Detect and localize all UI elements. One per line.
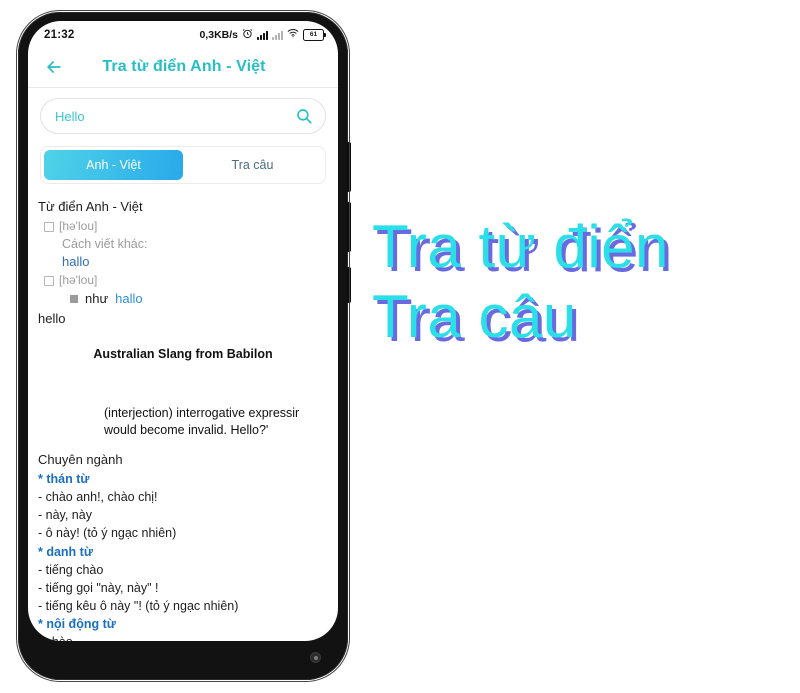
search-icon[interactable] — [295, 107, 313, 125]
tab-bar: Anh - Việt Tra câu — [40, 146, 326, 184]
part-of-speech-heading: * thán từ — [38, 472, 90, 486]
like-word-link[interactable]: hallo — [115, 290, 142, 309]
dictionary-content: Từ điển Anh - Việt [hə'lou] Cách viết kh… — [28, 192, 338, 641]
pronunciation-row-2[interactable]: [hə'lou] — [44, 272, 328, 289]
pos-section-0: * thán từ - chào anh!, chào chị! - này, … — [38, 470, 328, 543]
pronunciation-row-1[interactable]: [hə'lou] — [44, 218, 328, 235]
pronunciation-text: [hə'lou] — [59, 273, 98, 288]
search-input[interactable] — [55, 108, 295, 124]
speaker-icon[interactable] — [44, 275, 54, 286]
part-of-speech-heading: * nội động từ — [38, 617, 116, 631]
alt-spelling-label: Cách viết khác: — [62, 237, 148, 252]
definition-line: - tiếng chào — [38, 562, 104, 577]
square-bullet-icon — [70, 295, 78, 304]
definition-line: - chào — [38, 633, 328, 641]
pronunciation-text: [hə'lou] — [59, 218, 98, 233]
search-container — [28, 88, 338, 140]
pos-section-1: * danh từ - tiếng chào - tiếng gọi "này,… — [38, 543, 328, 616]
definition-line: - chào anh!, chào chị! — [38, 490, 158, 505]
hero-line-2: Tra câu — [372, 282, 577, 350]
hero-text-block: Tra từ điển Tra câu — [372, 212, 792, 351]
part-of-speech-heading: * danh từ — [38, 544, 93, 559]
battery-level-label: 61 — [309, 30, 318, 38]
battery-icon: 61 — [303, 29, 326, 41]
definition-line: - tiếng gọi "này, này" ! — [38, 580, 159, 595]
definition-line: - tiếng kêu ô này "! (tỏ ý ngạc nhiên) — [38, 598, 239, 613]
slang-section-body: (interjection) interrogative expressir w… — [104, 405, 328, 439]
tab-tra-cau[interactable]: Tra câu — [183, 150, 322, 180]
page-title: Tra từ điển Anh - Việt — [102, 58, 266, 75]
headword: hello — [38, 311, 66, 327]
definition-line: - ô này! (tỏ ý ngạc nhiên) — [38, 526, 177, 541]
tabs-container: Anh - Việt Tra câu — [28, 140, 338, 192]
alt-spelling-link[interactable]: hallo — [62, 253, 328, 272]
definition-line: - này, này — [38, 508, 92, 523]
phone-device-frame: 21:32 0,3KB/s 61 Tra từ điển Anh - Việt … — [16, 10, 351, 682]
speaker-icon[interactable] — [44, 221, 54, 232]
search-box[interactable] — [40, 98, 326, 134]
network-speed-label: 0,3KB/s — [199, 29, 238, 41]
alarm-clock-icon — [242, 28, 253, 43]
status-bar-indicators: 0,3KB/s 61 — [199, 28, 326, 43]
camera-sensor-dot — [311, 653, 320, 662]
pos-section-2: * nội động từ - chào — [38, 615, 328, 641]
back-arrow-icon[interactable] — [42, 55, 66, 79]
definition-bullet-row: như hallo — [70, 290, 328, 309]
volume-up-button[interactable] — [347, 142, 351, 192]
slang-section-title: Australian Slang from Babilon — [93, 347, 273, 362]
slang-body-line-2: would become invalid. Hello?' — [104, 423, 269, 438]
phone-screen: 21:32 0,3KB/s 61 Tra từ điển Anh - Việt … — [28, 21, 338, 641]
signal-bars-dim-icon — [272, 30, 283, 40]
status-bar: 21:32 0,3KB/s 61 — [28, 21, 338, 47]
wifi-icon — [287, 28, 299, 42]
power-button[interactable] — [347, 267, 351, 303]
slang-body-line-1: (interjection) interrogative expressir — [104, 406, 300, 421]
app-header: Tra từ điển Anh - Việt — [28, 47, 338, 87]
specialty-title: Chuyên ngành — [38, 452, 123, 468]
dictionary-source-title: Từ điển Anh - Việt — [38, 199, 143, 214]
tab-anh-viet[interactable]: Anh - Việt — [44, 150, 183, 180]
hero-line-1: Tra từ điển — [372, 213, 669, 280]
like-label: như — [85, 290, 109, 306]
status-bar-time: 21:32 — [44, 29, 75, 41]
volume-down-button[interactable] — [347, 202, 351, 252]
signal-bars-icon — [257, 30, 268, 40]
